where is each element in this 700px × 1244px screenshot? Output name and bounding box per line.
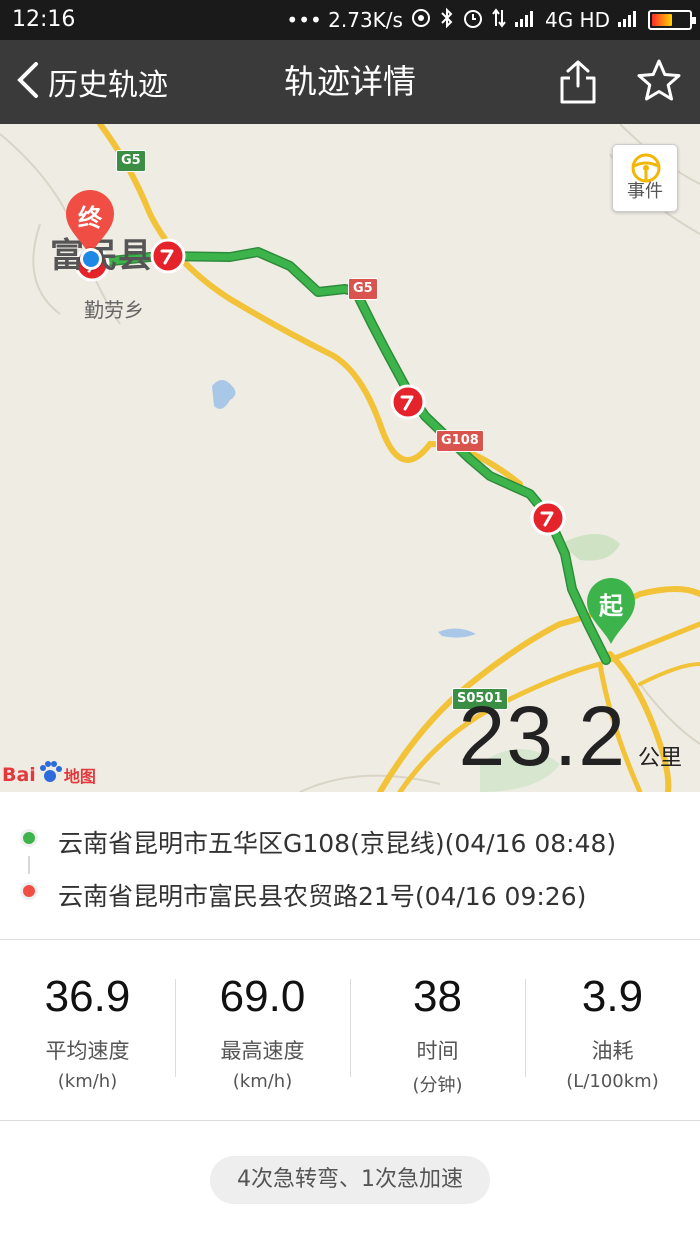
- sharp-acceleration-icon[interactable]: [150, 238, 186, 274]
- stat-value: 3.9: [581, 972, 644, 1021]
- stat-label: 油耗: [591, 1039, 634, 1064]
- stat-label: 最高速度: [220, 1039, 305, 1064]
- data-arrows-icon: [491, 7, 507, 33]
- network-speed: ••• 2.73K/s: [286, 8, 403, 32]
- distance-unit: 公里: [637, 746, 682, 771]
- trip-stats: 36.9 平均速度 (km/h) 69.0 最高速度 (km/h) 38 时间 …: [0, 941, 700, 1121]
- battery-level: [652, 14, 672, 26]
- route-outline: [87, 247, 611, 665]
- road-shield: G5: [116, 150, 146, 172]
- share-icon[interactable]: [556, 58, 600, 106]
- distance-readout: 23.2 公里: [458, 694, 682, 778]
- stat-duration: 38 时间 (分钟): [350, 941, 525, 1120]
- alarm-icon: [462, 7, 484, 33]
- stat-value: 38: [413, 972, 462, 1021]
- stat-value: 69.0: [219, 972, 306, 1021]
- route-path: [88, 248, 610, 664]
- signal-icon: [617, 8, 641, 32]
- event-button-label: 事件: [627, 181, 663, 202]
- current-location-dot: [80, 248, 102, 270]
- chevron-left-icon: [14, 60, 40, 104]
- address-connector: [28, 856, 30, 874]
- back-button[interactable]: 历史轨迹: [14, 40, 168, 124]
- end-address: 云南省昆明市富民县农贸路21号(04/16 09:26): [58, 882, 587, 911]
- stat-average-speed: 36.9 平均速度 (km/h): [0, 941, 175, 1120]
- sharp-turn-icon[interactable]: [390, 384, 426, 420]
- end-marker-label: 终: [78, 204, 102, 232]
- stat-value: 36.9: [44, 972, 131, 1021]
- stat-unit: (km/h): [232, 1071, 293, 1093]
- start-address: 云南省昆明市五华区G108(京昆线)(04/16 08:48): [58, 829, 617, 858]
- stat-unit: (分钟): [412, 1075, 463, 1097]
- trip-addresses: 云南省昆明市五华区G108(京昆线)(04/16 08:48) 云南省昆明市富民…: [0, 792, 700, 940]
- road-shield: G108: [436, 430, 484, 452]
- network-type: 4G HD: [544, 8, 610, 32]
- back-label: 历史轨迹: [48, 68, 168, 103]
- road-shield: G5: [348, 278, 378, 300]
- stat-label: 时间: [416, 1039, 459, 1064]
- battery-icon: [648, 10, 696, 30]
- hotspot-icon: [410, 7, 432, 33]
- map-label-township: 勤劳乡: [84, 298, 144, 322]
- stat-label: 平均速度: [45, 1039, 130, 1064]
- stat-max-speed: 69.0 最高速度 (km/h): [175, 941, 350, 1120]
- event-button[interactable]: 事件: [612, 144, 678, 212]
- end-point-icon: [20, 882, 38, 900]
- signal-icon: [514, 8, 538, 32]
- route-map[interactable]: 富民县 勤劳乡 G5 G5 G108 S0501 终 起 事件 23.2 公里: [0, 124, 700, 792]
- star-icon[interactable]: [636, 58, 682, 104]
- route-line: [87, 247, 611, 665]
- status-icons: ••• 2.73K/s 4G HD: [286, 6, 696, 34]
- app-header: 历史轨迹 轨迹详情: [0, 40, 700, 124]
- stat-unit: (L/100km): [566, 1071, 659, 1093]
- sharp-turn-icon[interactable]: [530, 500, 566, 536]
- logo-text: Bai: [2, 764, 36, 786]
- stat-fuel-consumption: 3.9 油耗 (L/100km): [525, 941, 700, 1120]
- status-time: 12:16: [12, 7, 76, 32]
- logo-suffix: 地图: [63, 767, 96, 786]
- distance-value: 23.2: [458, 689, 626, 783]
- start-marker-label: 起: [599, 592, 623, 620]
- stat-unit: (km/h): [57, 1071, 118, 1093]
- status-bar: 12:16 ••• 2.73K/s 4G HD: [0, 0, 700, 40]
- start-marker[interactable]: 起: [584, 576, 638, 646]
- event-markers: [74, 238, 566, 536]
- baidu-map-logo: Bai 地图: [2, 760, 96, 790]
- paw-icon: [37, 760, 63, 791]
- start-point-icon: [20, 829, 38, 847]
- bluetooth-icon: [439, 7, 455, 33]
- driving-events-summary[interactable]: 4次急转弯、1次急加速: [210, 1156, 490, 1204]
